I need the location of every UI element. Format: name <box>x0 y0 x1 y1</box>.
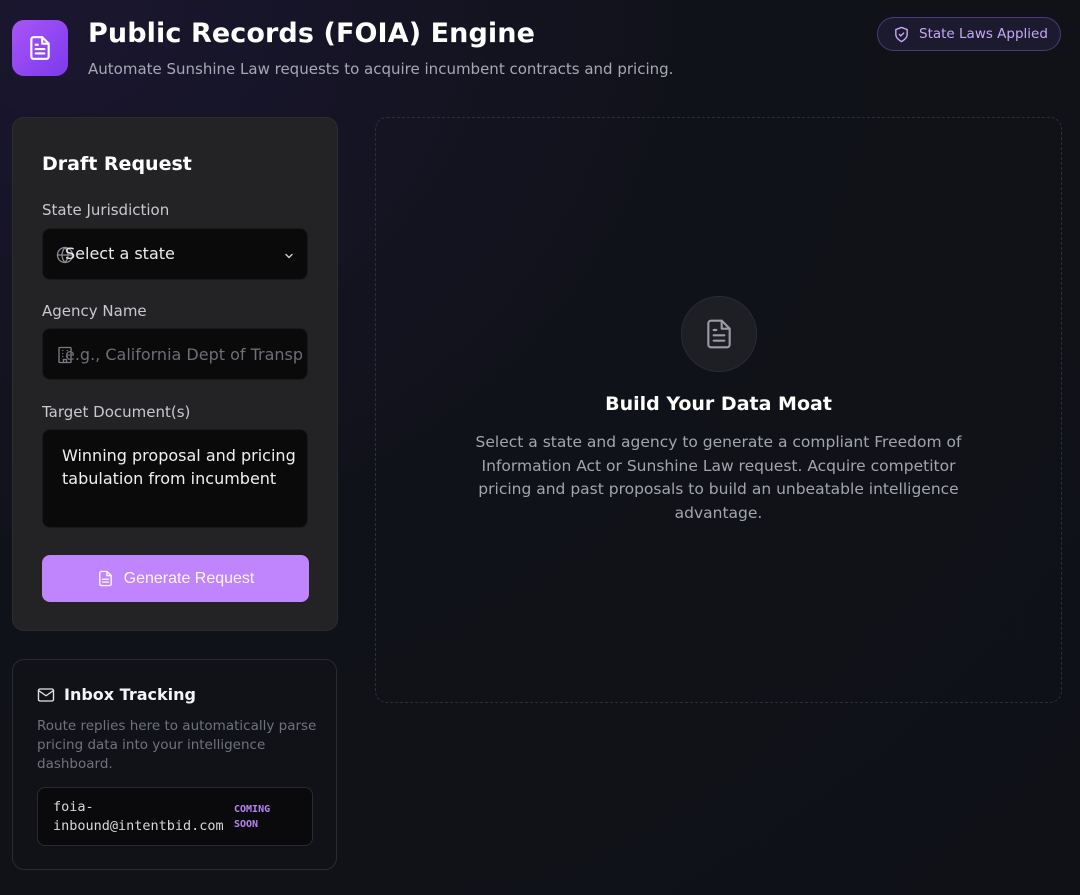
state-select[interactable]: Select a state <box>42 228 308 280</box>
generate-request-label: Generate Request <box>123 569 255 587</box>
inbox-title-row: Inbox Tracking <box>37 685 196 704</box>
results-empty-panel: Build Your Data Moat Select a state and … <box>375 117 1062 703</box>
chevron-down-icon <box>285 253 293 259</box>
card-title: Draft Request <box>42 153 192 175</box>
inbox-tracking-card: Inbox Tracking Route replies here to aut… <box>12 659 337 870</box>
target-documents-value: Winning proposal and pricing tabulation … <box>62 446 296 488</box>
document-icon <box>707 319 731 349</box>
shield-check-icon <box>895 26 908 42</box>
generate-request-button[interactable]: Generate Request <box>42 555 309 602</box>
mail-icon <box>37 687 55 702</box>
draft-request-card: Draft Request State Jurisdiction Select … <box>12 117 338 631</box>
coming-soon-badge: COMING SOON <box>234 804 271 830</box>
inbox-email-box: foia-inbound@intentbid.com COMING SOON <box>37 787 313 846</box>
inbox-title: Inbox Tracking <box>64 685 196 704</box>
badge-label: State Laws Applied <box>919 26 1048 42</box>
empty-state-description: Select a state and agency to generate a … <box>475 433 962 522</box>
document-icon <box>98 570 112 587</box>
state-select-value: Select a state <box>65 244 175 263</box>
state-jurisdiction-label: State Jurisdiction <box>42 201 170 219</box>
agency-name-placeholder: e.g., California Dept of Transp <box>65 345 303 364</box>
agency-name-input[interactable]: e.g., California Dept of Transp <box>42 328 308 380</box>
empty-state-icon <box>681 296 757 372</box>
target-documents-label: Target Document(s) <box>42 403 191 421</box>
app-logo <box>12 20 68 76</box>
document-icon <box>30 36 50 60</box>
inbox-email-address: foia-inbound@intentbid.com <box>53 799 224 834</box>
agency-name-label: Agency Name <box>42 302 147 320</box>
page-subtitle: Automate Sunshine Law requests to acquir… <box>88 60 674 78</box>
page-title: Public Records (FOIA) Engine <box>88 18 536 49</box>
empty-state-title: Build Your Data Moat <box>605 393 832 415</box>
state-laws-badge: State Laws Applied <box>877 17 1061 51</box>
inbox-description: Route replies here to automatically pars… <box>37 718 317 772</box>
target-documents-textarea[interactable]: Winning proposal and pricing tabulation … <box>42 429 308 528</box>
